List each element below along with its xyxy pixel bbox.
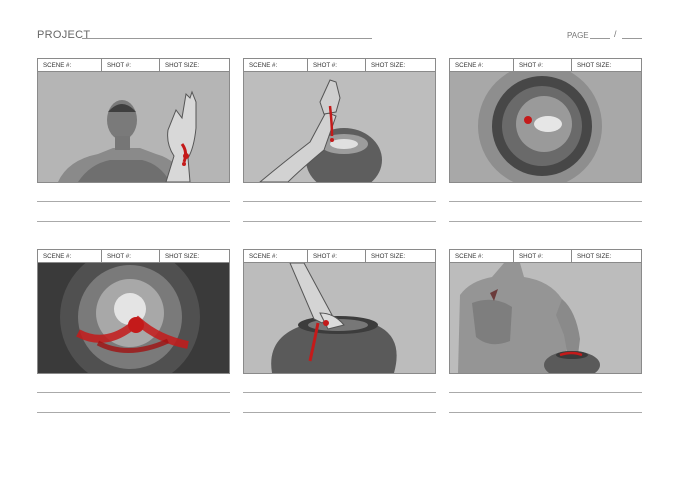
shot-size-field[interactable]: SHOT SIZE: xyxy=(572,59,641,71)
shot-field[interactable]: SHOT #: xyxy=(514,250,572,262)
sketch-panel xyxy=(243,263,436,374)
storyboard-frame-2: SCENE #: SHOT #: SHOT SIZE: xyxy=(243,58,436,222)
scene-field[interactable]: SCENE #: xyxy=(244,59,308,71)
scene-field[interactable]: SCENE #: xyxy=(450,59,514,71)
scene-field[interactable]: SCENE #: xyxy=(38,59,102,71)
sketch-arm-reaching-into-pot xyxy=(244,263,435,373)
shot-size-field[interactable]: SHOT SIZE: xyxy=(160,250,229,262)
shot-size-field[interactable]: SHOT SIZE: xyxy=(160,59,229,71)
notes-line-1[interactable] xyxy=(449,201,642,202)
sketch-panel xyxy=(37,72,230,183)
notes-line-1[interactable] xyxy=(37,392,230,393)
shot-size-field[interactable]: SHOT SIZE: xyxy=(366,250,435,262)
project-name-field[interactable] xyxy=(82,38,372,39)
shot-field[interactable]: SHOT #: xyxy=(308,59,366,71)
page-label: PAGE xyxy=(567,31,589,40)
sketch-hand-dripping-blood-into-pot xyxy=(244,72,435,182)
shot-size-field[interactable]: SHOT SIZE: xyxy=(366,59,435,71)
sketch-panel xyxy=(243,72,436,183)
storyboard-frame-1: SCENE #: SHOT #: SHOT SIZE: xyxy=(37,58,230,222)
frame-header: SCENE #: SHOT #: SHOT SIZE: xyxy=(37,249,230,263)
scene-field[interactable]: SCENE #: xyxy=(244,250,308,262)
sketch-panel xyxy=(37,263,230,374)
shot-field[interactable]: SHOT #: xyxy=(514,59,572,71)
sketch-man-with-hand-in-pot xyxy=(450,263,641,373)
sketch-panel xyxy=(449,263,642,374)
frame-header: SCENE #: SHOT #: SHOT SIZE: xyxy=(243,58,436,72)
sketch-man-raising-bleeding-hand xyxy=(38,72,229,182)
page-number-field[interactable] xyxy=(590,38,610,39)
notes-line-2[interactable] xyxy=(449,412,642,413)
notes-line-1[interactable] xyxy=(243,201,436,202)
scene-field[interactable]: SCENE #: xyxy=(450,250,514,262)
shot-field[interactable]: SHOT #: xyxy=(102,250,160,262)
storyboard-frame-6: SCENE #: SHOT #: SHOT SIZE: xyxy=(449,249,642,413)
shot-size-field[interactable]: SHOT SIZE: xyxy=(572,250,641,262)
storyboard-frame-4: SCENE #: SHOT #: SHOT SIZE: xyxy=(37,249,230,413)
sketch-top-view-into-pot xyxy=(450,72,641,182)
scene-field[interactable]: SCENE #: xyxy=(38,250,102,262)
project-label: PROJECT xyxy=(37,29,91,41)
notes-line-1[interactable] xyxy=(449,392,642,393)
notes-line-2[interactable] xyxy=(243,221,436,222)
frame-header: SCENE #: SHOT #: SHOT SIZE: xyxy=(449,249,642,263)
notes-line-2[interactable] xyxy=(449,221,642,222)
frame-header: SCENE #: SHOT #: SHOT SIZE: xyxy=(243,249,436,263)
page-separator: / xyxy=(614,29,617,39)
notes-line-2[interactable] xyxy=(37,221,230,222)
frame-header: SCENE #: SHOT #: SHOT SIZE: xyxy=(37,58,230,72)
shot-field[interactable]: SHOT #: xyxy=(308,250,366,262)
page-total-field[interactable] xyxy=(622,38,642,39)
sketch-panel xyxy=(449,72,642,183)
shot-field[interactable]: SHOT #: xyxy=(102,59,160,71)
storyboard-frame-3: SCENE #: SHOT #: SHOT SIZE: xyxy=(449,58,642,222)
storyboard-page: PROJECT PAGE / SCENE #: SHOT #: SHOT SIZ… xyxy=(0,0,680,481)
frame-header: SCENE #: SHOT #: SHOT SIZE: xyxy=(449,58,642,72)
notes-line-1[interactable] xyxy=(37,201,230,202)
notes-line-1[interactable] xyxy=(243,392,436,393)
notes-line-2[interactable] xyxy=(37,412,230,413)
sketch-blood-swirl-closeup xyxy=(38,263,229,373)
storyboard-frame-5: SCENE #: SHOT #: SHOT SIZE: xyxy=(243,249,436,413)
notes-line-2[interactable] xyxy=(243,412,436,413)
